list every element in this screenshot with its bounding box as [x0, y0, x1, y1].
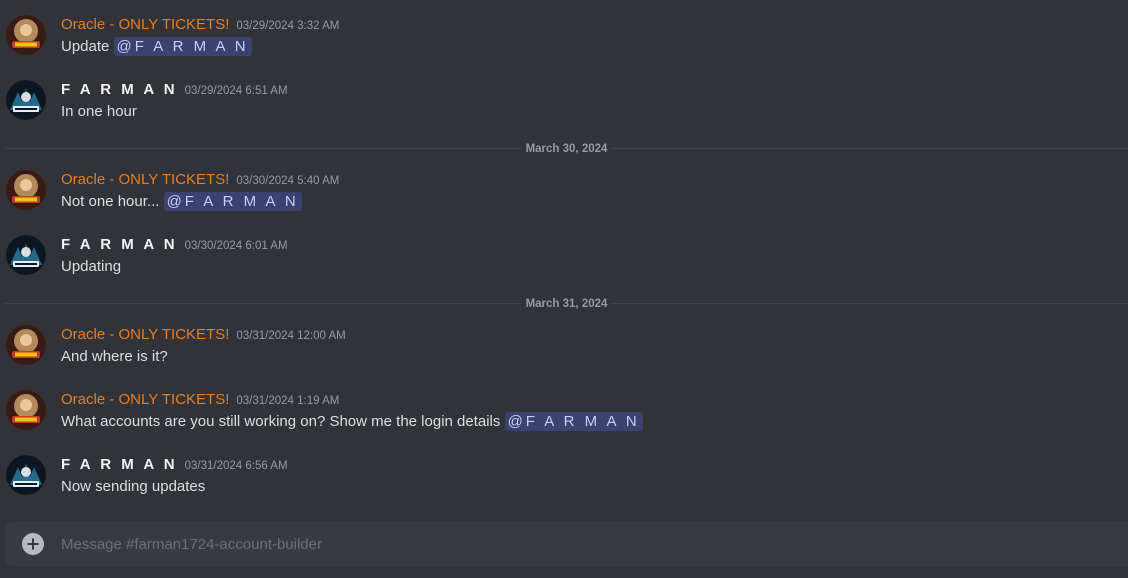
timestamp: 03/29/2024 3:32 AM — [236, 20, 340, 32]
chat-view: Oracle - ONLY TICKETS! 03/29/2024 3:32 A… — [0, 0, 1128, 578]
message-composer — [5, 522, 1128, 566]
message: F A R M A N 03/31/2024 6:56 AM Now sendi… — [0, 455, 1128, 511]
author-name[interactable]: F A R M A N — [61, 455, 178, 475]
message-header: Oracle - ONLY TICKETS! 03/31/2024 12:00 … — [61, 325, 346, 345]
user-mention[interactable]: @F A R M A N — [113, 37, 252, 56]
message: Oracle - ONLY TICKETS! 03/31/2024 12:00 … — [0, 325, 1128, 381]
farman-avatar-icon[interactable] — [6, 80, 46, 120]
message-content: Update @F A R M A N — [61, 37, 252, 57]
date-divider: March 30, 2024 — [5, 142, 1128, 156]
message-text: Update — [61, 38, 110, 55]
message-content: And where is it? — [61, 347, 168, 367]
message-content: Now sending updates — [61, 477, 205, 497]
user-mention[interactable]: @F A R M A N — [163, 192, 302, 211]
plus-circle-icon[interactable] — [22, 533, 44, 555]
oracle-avatar-icon[interactable] — [6, 170, 46, 210]
message-header: Oracle - ONLY TICKETS! 03/29/2024 3:32 A… — [61, 15, 339, 35]
farman-avatar-icon[interactable] — [6, 455, 46, 495]
timestamp: 03/31/2024 12:00 AM — [236, 330, 346, 342]
message-header: F A R M A N 03/30/2024 6:01 AM — [61, 235, 288, 255]
message-text: In one hour — [61, 103, 137, 120]
author-name[interactable]: F A R M A N — [61, 80, 178, 100]
date-divider-label: March 31, 2024 — [521, 297, 612, 311]
date-divider: March 31, 2024 — [5, 297, 1128, 311]
message-text: What accounts are you still working on? … — [61, 413, 501, 430]
message-text: Now sending updates — [61, 478, 206, 495]
oracle-avatar-icon[interactable] — [6, 390, 46, 430]
message-text: And where is it? — [61, 348, 168, 365]
author-name[interactable]: Oracle - ONLY TICKETS! — [61, 325, 229, 345]
author-name[interactable]: Oracle - ONLY TICKETS! — [61, 15, 229, 35]
message-text: Not one hour... — [61, 193, 160, 210]
message: F A R M A N 03/29/2024 6:51 AM In one ho… — [0, 80, 1128, 136]
timestamp: 03/29/2024 6:51 AM — [184, 85, 288, 97]
timestamp: 03/31/2024 6:56 AM — [184, 460, 288, 472]
timestamp: 03/31/2024 1:19 AM — [236, 395, 340, 407]
oracle-avatar-icon[interactable] — [6, 325, 46, 365]
message-header: F A R M A N 03/31/2024 6:56 AM — [61, 455, 288, 475]
user-mention[interactable]: @F A R M A N — [504, 412, 643, 431]
message-content: In one hour — [61, 102, 137, 122]
author-name[interactable]: Oracle - ONLY TICKETS! — [61, 390, 229, 410]
timestamp: 03/30/2024 6:01 AM — [184, 240, 288, 252]
message-header: F A R M A N 03/29/2024 6:51 AM — [61, 80, 288, 100]
message-header: Oracle - ONLY TICKETS! 03/31/2024 1:19 A… — [61, 390, 339, 410]
message: Oracle - ONLY TICKETS! 03/31/2024 1:19 A… — [0, 390, 1128, 446]
message-content: Not one hour... @F A R M A N — [61, 192, 302, 212]
message-content: Updating — [61, 257, 121, 277]
author-name[interactable]: Oracle - ONLY TICKETS! — [61, 170, 229, 190]
farman-avatar-icon[interactable] — [6, 235, 46, 275]
message-input[interactable] — [61, 522, 1111, 566]
author-name[interactable]: F A R M A N — [61, 235, 178, 255]
oracle-avatar-icon[interactable] — [6, 15, 46, 55]
message: Oracle - ONLY TICKETS! 03/29/2024 3:32 A… — [0, 15, 1128, 71]
message: Oracle - ONLY TICKETS! 03/30/2024 5:40 A… — [0, 170, 1128, 226]
timestamp: 03/30/2024 5:40 AM — [236, 175, 340, 187]
message-text: Updating — [61, 258, 122, 275]
message-header: Oracle - ONLY TICKETS! 03/30/2024 5:40 A… — [61, 170, 339, 190]
date-divider-label: March 30, 2024 — [521, 142, 612, 156]
message-content: What accounts are you still working on? … — [61, 412, 643, 432]
message: F A R M A N 03/30/2024 6:01 AM Updating — [0, 235, 1128, 291]
